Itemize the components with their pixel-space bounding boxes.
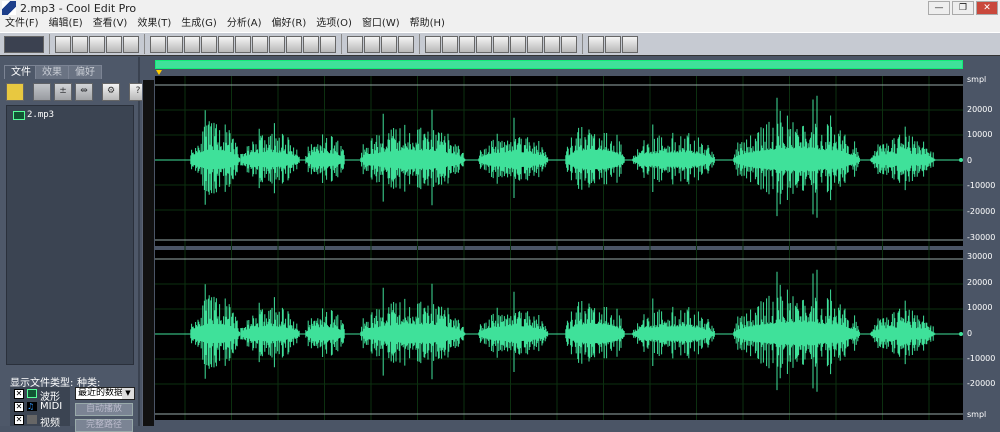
tab-favorites[interactable]: 偏好 bbox=[68, 65, 102, 79]
ruler-unit: smpl bbox=[967, 75, 987, 84]
level-strip bbox=[142, 80, 154, 426]
envelope-icon[interactable] bbox=[347, 35, 363, 53]
menu-view[interactable]: 查看(V) bbox=[88, 17, 133, 32]
help-icon[interactable] bbox=[622, 35, 638, 53]
time-icon[interactable] bbox=[510, 35, 526, 53]
redo-icon[interactable] bbox=[167, 35, 183, 53]
trim-icon[interactable] bbox=[184, 35, 200, 53]
kind-select[interactable]: 最近的数据 ▼ bbox=[75, 387, 135, 400]
save-as-icon[interactable] bbox=[106, 35, 122, 53]
save-icon[interactable] bbox=[89, 35, 105, 53]
overview-bar[interactable] bbox=[155, 60, 963, 69]
amplitude-ruler-right-channel: 30000 20000 10000 0 -10000 -20000 smpl bbox=[963, 250, 1000, 426]
ruler-tick: 10000 bbox=[967, 303, 993, 312]
chevron-down-icon[interactable]: ▼ bbox=[122, 388, 134, 399]
close-button[interactable]: ✕ bbox=[976, 1, 998, 15]
ruler-tick: 10000 bbox=[967, 130, 993, 139]
copy-icon[interactable] bbox=[218, 35, 234, 53]
menu-edit[interactable]: 编辑(E) bbox=[44, 17, 88, 32]
menu-options[interactable]: 选项(O) bbox=[311, 17, 357, 32]
status-icon[interactable] bbox=[561, 35, 577, 53]
ruler-tick: -10000 bbox=[967, 181, 996, 190]
menu-window[interactable]: 窗口(W) bbox=[357, 17, 405, 32]
midi-checkbox[interactable]: ✕ bbox=[14, 402, 24, 412]
waveform-icon bbox=[27, 389, 37, 398]
save-all-icon[interactable] bbox=[123, 35, 139, 53]
tab-files[interactable]: 文件 bbox=[4, 65, 38, 79]
menu-file[interactable]: 文件(F) bbox=[0, 17, 44, 32]
kind-value: 最近的数据 bbox=[78, 388, 124, 398]
mix-paste-icon[interactable] bbox=[286, 35, 302, 53]
ruler-tick: -20000 bbox=[967, 207, 996, 216]
cut-icon[interactable] bbox=[235, 35, 251, 53]
file-item[interactable]: 2.mp3 bbox=[13, 110, 54, 120]
menu-generate[interactable]: 生成(G) bbox=[176, 17, 222, 32]
paste-icon[interactable] bbox=[252, 35, 268, 53]
settings-icon[interactable] bbox=[588, 35, 604, 53]
minimize-button[interactable]: — bbox=[928, 1, 950, 15]
zoom-icon[interactable] bbox=[493, 35, 509, 53]
menu-bar: 文件(F) 编辑(E) 查看(V) 效果(T) 生成(G) 分析(A) 偏好(R… bbox=[0, 17, 1000, 32]
waveform-icon bbox=[13, 110, 25, 120]
video-type-label: 视频 bbox=[40, 418, 60, 429]
new-icon[interactable] bbox=[55, 35, 71, 53]
organizer-panel: 文件 效果 偏好 ± ⇹ ⚙ ? 2.mp3 显示文件类型: 种类: ✕ 波形 … bbox=[0, 57, 147, 432]
app-icon bbox=[2, 1, 16, 15]
window-1-icon[interactable] bbox=[425, 35, 441, 53]
ruler-tick: 20000 bbox=[967, 278, 993, 287]
video-checkbox[interactable]: ✕ bbox=[14, 415, 24, 425]
multitrack-toggle-icon[interactable] bbox=[4, 35, 44, 53]
window-3-icon[interactable] bbox=[459, 35, 475, 53]
tab-effects[interactable]: 效果 bbox=[35, 65, 69, 79]
file-types-list: ✕ 波形 ✕ ♫ MIDI ✕ 视频 bbox=[10, 387, 70, 429]
settings-icon[interactable]: ⚙ bbox=[102, 83, 120, 101]
open-icon[interactable] bbox=[72, 35, 88, 53]
ruler-tick: 0 bbox=[967, 156, 973, 165]
copy-new-icon[interactable] bbox=[201, 35, 217, 53]
waveform-checkbox[interactable]: ✕ bbox=[14, 389, 24, 399]
amplitude-ruler-left-channel: smpl 20000 10000 0 -10000 -20000 -30000 bbox=[963, 75, 1000, 246]
ruler-tick: 20000 bbox=[967, 105, 993, 114]
cd-icon[interactable] bbox=[303, 35, 319, 53]
autoplay-button[interactable]: 自动播放 bbox=[75, 403, 133, 416]
window-title: 2.mp3 - Cool Edit Pro bbox=[20, 2, 137, 15]
ruler-tick: -20000 bbox=[967, 379, 996, 388]
paste-new-icon[interactable] bbox=[269, 35, 285, 53]
script-icon[interactable] bbox=[605, 35, 621, 53]
selection-icon[interactable] bbox=[527, 35, 543, 53]
ruler-tick: 0 bbox=[967, 329, 973, 338]
video-icon bbox=[27, 415, 37, 424]
level-meter-icon[interactable] bbox=[544, 35, 560, 53]
open-file-icon[interactable] bbox=[6, 83, 24, 101]
transport-icon[interactable] bbox=[476, 35, 492, 53]
menu-effects[interactable]: 效果(T) bbox=[132, 17, 176, 32]
playhead-marker[interactable] bbox=[156, 70, 162, 75]
undo-icon[interactable] bbox=[150, 35, 166, 53]
menu-analyze[interactable]: 分析(A) bbox=[222, 17, 267, 32]
amplify-icon[interactable] bbox=[381, 35, 397, 53]
restore-button[interactable]: ❐ bbox=[952, 1, 974, 15]
menu-favorites[interactable]: 偏好(R) bbox=[266, 17, 311, 32]
title-bar: 2.mp3 - Cool Edit Pro — ❐ ✕ bbox=[0, 0, 1000, 17]
eq-icon[interactable] bbox=[398, 35, 414, 53]
file-name: 2.mp3 bbox=[27, 110, 55, 120]
insert-icon[interactable]: ± bbox=[54, 83, 72, 101]
normalize-icon[interactable] bbox=[364, 35, 380, 53]
organizer-toolbar: ± ⇹ ⚙ ? bbox=[6, 83, 148, 101]
insert-multi-icon[interactable]: ⇹ bbox=[75, 83, 93, 101]
ruler-tick: 30000 bbox=[967, 252, 993, 261]
ruler-tick: -10000 bbox=[967, 354, 996, 363]
ruler-tick: -30000 bbox=[967, 233, 996, 242]
menu-help[interactable]: 帮助(H) bbox=[405, 17, 450, 32]
ruler-unit: smpl bbox=[967, 410, 987, 419]
toolbar bbox=[0, 32, 1000, 56]
file-list: 2.mp3 bbox=[6, 105, 134, 365]
midi-type-label: MIDI bbox=[40, 401, 63, 412]
window-2-icon[interactable] bbox=[442, 35, 458, 53]
waveform-display[interactable] bbox=[155, 76, 963, 426]
midi-note-icon: ♫ bbox=[27, 402, 37, 411]
close-file-icon[interactable] bbox=[33, 83, 51, 101]
loop-icon[interactable] bbox=[320, 35, 336, 53]
